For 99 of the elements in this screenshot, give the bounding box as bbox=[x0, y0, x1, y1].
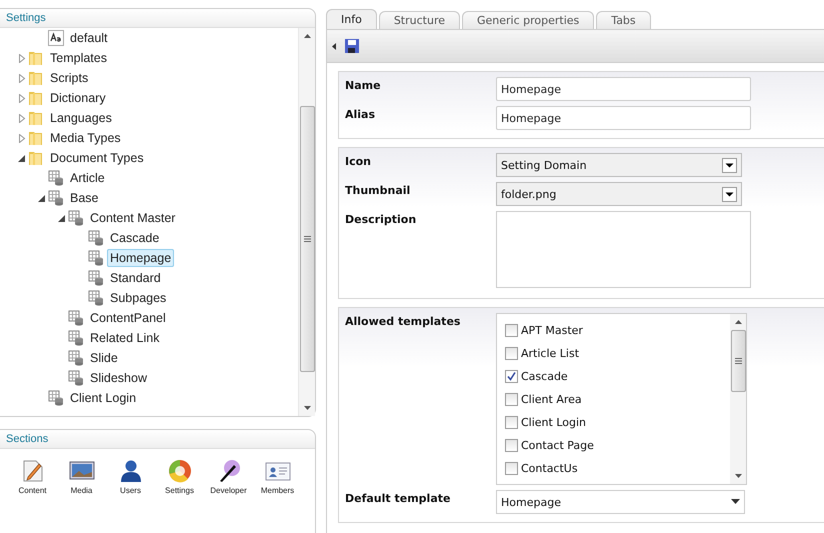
table-database-icon bbox=[48, 170, 64, 186]
checkbox[interactable] bbox=[505, 370, 518, 383]
checkbox[interactable] bbox=[505, 416, 518, 429]
expand-toggle[interactable] bbox=[18, 114, 26, 122]
field-label: Default template bbox=[345, 491, 452, 507]
tab[interactable]: Generic properties bbox=[462, 11, 594, 29]
table-database-icon bbox=[88, 230, 104, 246]
dropdown-button-icon[interactable] bbox=[722, 158, 737, 172]
checkbox-label[interactable]: ContactUs bbox=[521, 462, 578, 475]
alias-field[interactable]: Homepage bbox=[496, 106, 751, 130]
checkbox-label[interactable]: Contact Page bbox=[521, 439, 594, 452]
field-label: Allowed templates bbox=[345, 314, 462, 330]
scrollbar[interactable] bbox=[730, 314, 746, 484]
tree-item[interactable]: Standard bbox=[107, 269, 164, 287]
thumbnail-dropdown[interactable]: folder.png bbox=[496, 182, 742, 206]
folder-icon bbox=[28, 70, 44, 86]
description-field[interactable] bbox=[496, 211, 751, 288]
tree-item[interactable]: Client Login bbox=[67, 389, 140, 407]
expand-toggle[interactable] bbox=[18, 54, 26, 62]
grip-icon bbox=[734, 358, 742, 364]
grip-icon bbox=[304, 236, 310, 242]
folder-icon bbox=[28, 150, 44, 166]
tree-item[interactable]: Slideshow bbox=[87, 369, 150, 387]
panel-title: Sections bbox=[6, 433, 48, 445]
table-database-icon bbox=[68, 210, 84, 226]
font-icon bbox=[48, 30, 64, 46]
pencil-document-icon[interactable] bbox=[20, 459, 44, 483]
tree-item[interactable]: Document Types bbox=[47, 149, 147, 167]
expand-toggle[interactable] bbox=[18, 74, 26, 82]
checkbox[interactable] bbox=[505, 439, 518, 452]
field-label: Alias bbox=[345, 107, 376, 123]
save-icon[interactable] bbox=[345, 39, 359, 53]
expand-toggle[interactable] bbox=[18, 154, 26, 162]
section-label[interactable]: Media bbox=[70, 486, 92, 495]
scroll-thumb[interactable] bbox=[730, 330, 746, 392]
table-database-icon bbox=[68, 350, 84, 366]
tab[interactable]: Tabs bbox=[596, 11, 651, 29]
checkbox-label[interactable]: APT Master bbox=[521, 324, 583, 337]
folder-icon bbox=[28, 50, 44, 66]
field-label: Icon bbox=[345, 154, 372, 170]
tree-item[interactable]: Languages bbox=[47, 109, 115, 127]
expand-toggle[interactable] bbox=[18, 94, 26, 102]
folder-icon bbox=[28, 90, 44, 106]
checkbox[interactable] bbox=[505, 324, 518, 337]
tree-item[interactable]: Cascade bbox=[107, 229, 162, 247]
tree-item[interactable]: Scripts bbox=[47, 69, 92, 87]
caret-icon[interactable] bbox=[332, 42, 336, 50]
section-label[interactable]: Users bbox=[120, 486, 141, 495]
expand-toggle[interactable] bbox=[18, 134, 26, 142]
expand-toggle[interactable] bbox=[38, 194, 46, 202]
table-database-icon bbox=[68, 310, 84, 326]
table-database-icon bbox=[48, 390, 64, 406]
user-icon[interactable] bbox=[118, 459, 142, 483]
checkbox[interactable] bbox=[505, 393, 518, 406]
field-label: Thumbnail bbox=[345, 183, 412, 199]
panel-title: Settings bbox=[6, 12, 46, 24]
tree-item[interactable]: Dictionary bbox=[47, 89, 109, 107]
dropdown-button-icon[interactable] bbox=[722, 186, 737, 202]
checkbox[interactable] bbox=[505, 347, 518, 360]
field-label: Name bbox=[345, 78, 382, 94]
checkbox-label[interactable]: Client Login bbox=[521, 416, 586, 429]
tree-item[interactable]: Templates bbox=[47, 49, 110, 67]
tree-item[interactable]: Media Types bbox=[47, 129, 124, 147]
scrollbar[interactable] bbox=[298, 28, 315, 416]
scroll-thumb[interactable] bbox=[300, 106, 314, 372]
section-label[interactable]: Content bbox=[18, 486, 47, 495]
checkbox-label[interactable]: Cascade bbox=[521, 370, 568, 383]
tree-item[interactable]: Subpages bbox=[107, 289, 170, 307]
table-database-icon bbox=[88, 270, 104, 286]
table-database-icon bbox=[68, 370, 84, 386]
checkbox-label[interactable]: Client Area bbox=[521, 393, 582, 406]
table-database-icon bbox=[48, 190, 64, 206]
tab[interactable]: Structure bbox=[378, 11, 460, 29]
expand-toggle[interactable] bbox=[58, 214, 66, 222]
table-database-icon bbox=[88, 290, 104, 306]
folder-icon bbox=[28, 130, 44, 146]
tree-item[interactable]: Related Link bbox=[87, 329, 162, 347]
tree-item[interactable]: Content Master bbox=[87, 209, 178, 227]
table-database-icon bbox=[68, 330, 84, 346]
section-label[interactable]: Developer bbox=[210, 486, 247, 495]
table-database-icon bbox=[88, 250, 104, 266]
tree-item[interactable]: Base bbox=[67, 189, 102, 207]
tree-item[interactable]: ContentPanel bbox=[87, 309, 169, 327]
folder-icon bbox=[28, 110, 44, 126]
section-label[interactable]: Settings bbox=[165, 486, 194, 495]
icon-dropdown[interactable]: Setting Domain bbox=[496, 153, 742, 177]
field-label: Description bbox=[345, 212, 418, 228]
default-template-dropdown[interactable]: Homepage bbox=[496, 490, 745, 514]
tab[interactable]: Info bbox=[326, 9, 377, 29]
tree-item[interactable]: Article bbox=[67, 169, 108, 187]
tree-item[interactable]: Slide bbox=[87, 349, 121, 367]
name-field[interactable]: Homepage bbox=[496, 77, 751, 101]
tree-item[interactable]: Homepage bbox=[107, 249, 174, 267]
checkbox[interactable] bbox=[505, 462, 518, 475]
caret-icon[interactable] bbox=[731, 499, 740, 505]
section-label[interactable]: Members bbox=[260, 486, 294, 495]
color-ball-icon[interactable] bbox=[168, 459, 192, 483]
checkbox-label[interactable]: Article List bbox=[521, 347, 580, 360]
tree-item[interactable]: default bbox=[67, 29, 111, 47]
